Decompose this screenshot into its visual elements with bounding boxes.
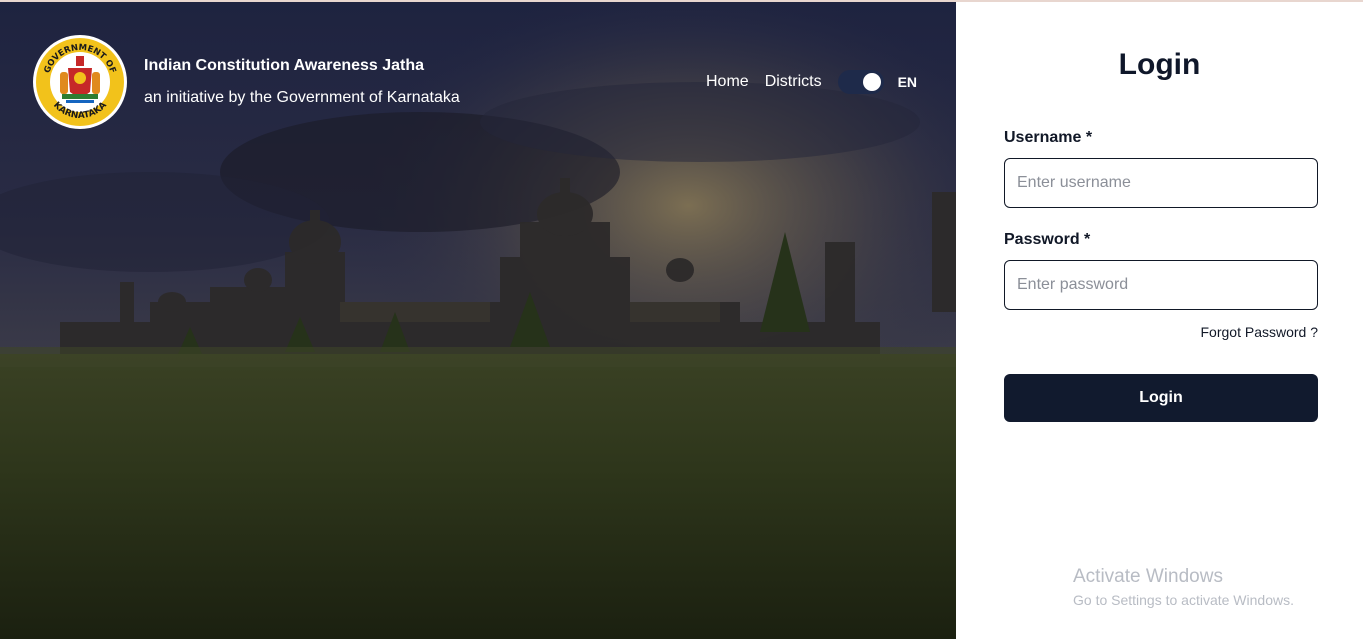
login-panel: Login Username * Password * Forgot Passw… <box>956 2 1363 639</box>
language-label[interactable]: EN <box>898 74 917 90</box>
forgot-password-link[interactable]: Forgot Password ? <box>1201 324 1319 340</box>
language-toggle[interactable] <box>837 70 884 94</box>
top-nav: Home Districts EN <box>706 70 917 94</box>
brand: GOVERNMENT OF KARNATAKA Indian Constitut… <box>32 34 460 130</box>
username-label: Username * <box>1004 129 1093 146</box>
karnataka-emblem-icon: GOVERNMENT OF KARNATAKA <box>33 35 127 129</box>
login-title: Login <box>1118 48 1201 81</box>
watermark-title: Activate Windows <box>1073 566 1223 587</box>
nav-districts-link[interactable]: Districts <box>765 73 822 91</box>
toggle-knob <box>862 73 881 91</box>
windows-activation-watermark: Activate Windows Go to Settings to activ… <box>1073 566 1294 608</box>
hero-background: GOVERNMENT OF KARNATAKA Indian Constitut… <box>0 2 956 639</box>
watermark-subtitle: Go to Settings to activate Windows. <box>1073 592 1294 608</box>
username-input[interactable] <box>1004 158 1318 208</box>
site-title: Indian Constitution Awareness Jatha <box>144 57 425 74</box>
nav-home-link[interactable]: Home <box>706 73 749 91</box>
password-label: Password * <box>1004 231 1091 248</box>
login-button[interactable]: Login <box>1004 374 1318 422</box>
password-input[interactable] <box>1004 260 1318 310</box>
site-subtitle: an initiative by the Government of Karna… <box>144 89 460 106</box>
